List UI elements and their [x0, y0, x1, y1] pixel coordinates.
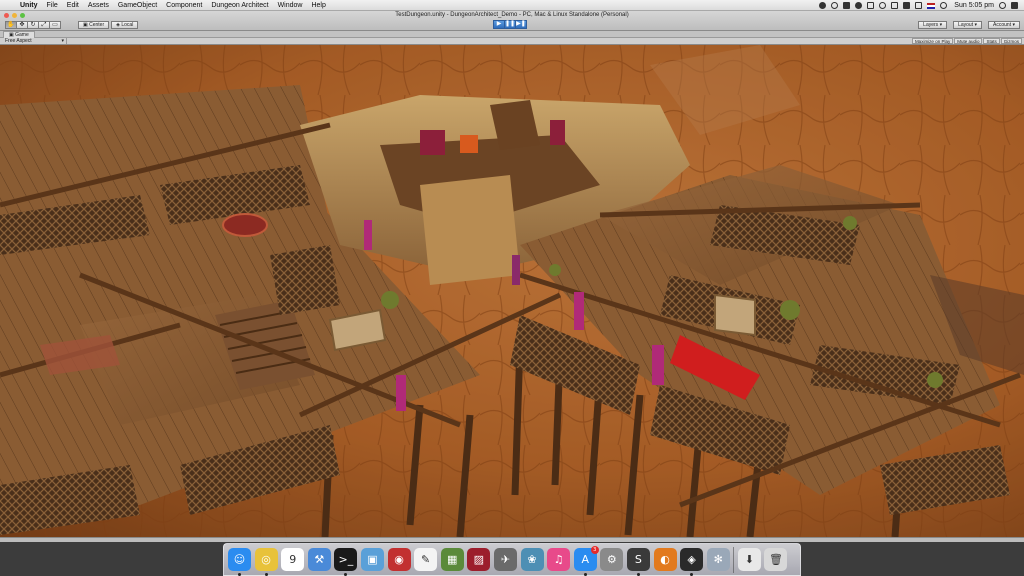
status-volume-icon[interactable] [903, 2, 911, 9]
dock-image-capture-icon[interactable]: ❀ [520, 548, 544, 571]
maximize-on-play-button[interactable]: Maximize on Play [911, 38, 954, 44]
menu-dungeon-architect[interactable]: Dungeon Architect [211, 2, 268, 9]
notification-center-icon[interactable] [1011, 2, 1018, 9]
transform-tools: ✋ ✥ ↻ ⤢ ▭ [5, 21, 61, 29]
layers-dropdown[interactable]: Layers ▾ [918, 21, 948, 29]
rect-tool-icon[interactable]: ▭ [49, 21, 61, 29]
status-app-icon[interactable] [819, 2, 827, 9]
dock-separator [733, 546, 735, 573]
gizmos-button[interactable]: Gizmos [1000, 38, 1022, 44]
menu-help[interactable]: Help [311, 2, 325, 9]
dock-system-preferences-icon[interactable]: ⚙ [600, 548, 624, 571]
play-controls: ▶ ❚❚ ▶❚ [493, 20, 527, 29]
dock: ☺ ◎ 9 ⚒ >_ ▣ ◉ ✎ ▦ ▨ ✈ ❀ ♫ A 3 ⚙ S ◐ ◈ ✻ ⬇ 🗑 [223, 543, 801, 576]
dock-calendar-icon[interactable]: 9 [281, 548, 305, 571]
menu-edit[interactable]: Edit [67, 2, 79, 9]
dock-sublime-text-icon[interactable]: S [626, 548, 650, 576]
pivot-center-button[interactable]: ▣ Center [78, 21, 110, 29]
layers-label: Layers [923, 22, 939, 28]
window-title: TestDungeon.unity - DungeonArchitect_Dem… [395, 12, 629, 18]
menu-app-unity[interactable]: Unity [20, 2, 38, 9]
dock-finder-icon[interactable]: ☺ [228, 548, 251, 576]
menu-assets[interactable]: Assets [88, 2, 109, 9]
tab-game[interactable]: ▣ Game [3, 31, 35, 38]
dock-photo-booth-icon[interactable]: ◉ [387, 548, 411, 571]
account-label: Account [993, 22, 1012, 28]
chevron-down-icon: ▾ [61, 38, 64, 44]
aspect-dropdown[interactable]: Free Aspect ▾ [3, 38, 67, 44]
game-controls-bar: Free Aspect ▾ Maximize on Play Mute audi… [0, 38, 1024, 45]
status-display-icon[interactable] [867, 2, 875, 9]
dock-downloads-stack-icon[interactable]: ⬇ [737, 548, 761, 571]
apple-menu-icon[interactable] [6, 1, 14, 9]
floor-mat-right [714, 293, 756, 337]
toolbar-right: Layers ▾ Layout ▾ Account ▾ [918, 21, 1020, 29]
unity-toolbar: TestDungeon.unity - DungeonArchitect_Dem… [0, 11, 1024, 31]
dock-terminal-icon[interactable]: >_ [334, 548, 358, 576]
dock-itunes-icon[interactable]: ♫ [547, 548, 571, 571]
game-view-buttons: Maximize on Play Mute audio Stats Gizmos [911, 38, 1022, 44]
aspect-label: Free Aspect [5, 38, 32, 44]
dock-preview-icon[interactable]: ▣ [360, 548, 384, 571]
menu-gameobject[interactable]: GameObject [118, 2, 157, 9]
step-button-icon[interactable]: ▶❚ [515, 20, 527, 29]
menu-file[interactable]: File [47, 2, 58, 9]
stats-button[interactable]: Stats [983, 38, 1000, 44]
menu-bar: Unity File Edit Assets GameObject Compon… [0, 0, 1024, 11]
dock-photo-app-icon[interactable]: ▨ [467, 548, 491, 571]
dock-script-editor-icon[interactable]: ✻ [706, 548, 730, 571]
menu-status-area: Sun 5:05 pm [819, 0, 1018, 11]
dock-chrome-icon[interactable]: ◎ [254, 548, 278, 576]
layout-label: Layout [958, 22, 974, 28]
menu-component[interactable]: Component [166, 2, 202, 9]
dock-minecraft-icon[interactable]: ▦ [440, 548, 464, 571]
wifi-icon[interactable] [940, 2, 948, 9]
menu-window[interactable]: Window [278, 2, 303, 9]
dock-launchpad-icon[interactable]: ✈ [493, 548, 517, 571]
status-sync-icon[interactable] [831, 2, 839, 9]
status-skype-icon[interactable] [855, 2, 863, 9]
dungeon-scene [0, 45, 1024, 537]
mute-audio-button[interactable]: Mute audio [954, 38, 983, 44]
round-rug [222, 213, 268, 237]
dock-blender-icon[interactable]: ◐ [653, 548, 677, 571]
input-source-flag-icon[interactable] [927, 2, 936, 9]
spotlight-search-icon[interactable] [999, 2, 1006, 9]
notification-badge: 3 [590, 546, 599, 554]
pivot-center-label: Center [89, 22, 105, 28]
menu-clock[interactable]: Sun 5:05 pm [954, 2, 994, 9]
dock-app-store-icon[interactable]: A3 [573, 546, 599, 576]
layout-dropdown[interactable]: Layout ▾ [953, 21, 983, 29]
dock-xcode-icon[interactable]: ⚒ [307, 548, 331, 571]
pivot-local-button[interactable]: ◈ Local [111, 21, 139, 29]
dock-trash-icon[interactable]: 🗑 [764, 548, 788, 571]
account-dropdown[interactable]: Account ▾ [988, 21, 1020, 29]
pivot-local-label: Local [121, 22, 134, 28]
dock-textedit-icon[interactable]: ✎ [414, 548, 438, 571]
status-dropbox-icon[interactable] [843, 2, 851, 9]
game-viewport[interactable] [0, 45, 1024, 537]
game-tab-bar: ▣ Game [0, 31, 1024, 38]
status-bluetooth-icon[interactable] [891, 2, 899, 9]
status-battery-icon[interactable] [915, 2, 923, 9]
dock-unity-icon[interactable]: ◈ [680, 548, 704, 576]
status-time-machine-icon[interactable] [879, 2, 887, 9]
pivot-controls: ▣ Center ◈ Local [78, 21, 139, 29]
